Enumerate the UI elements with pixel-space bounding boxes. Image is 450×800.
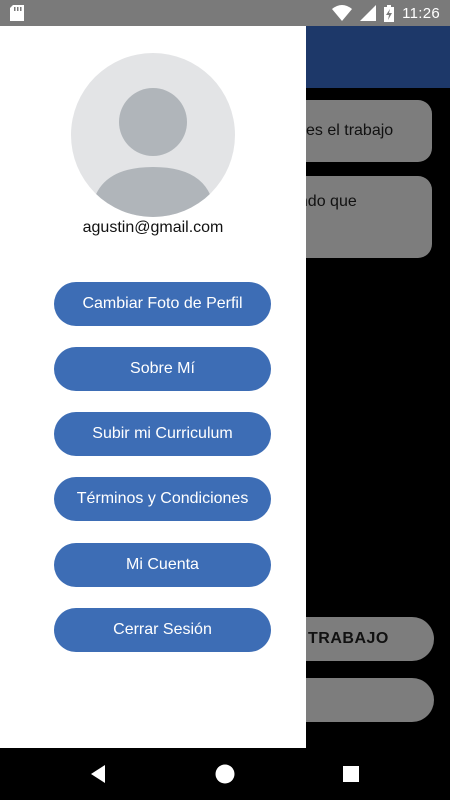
terms-and-conditions-button[interactable]: Términos y Condiciones bbox=[54, 477, 271, 521]
upload-resume-button[interactable]: Subir mi Curriculum bbox=[54, 412, 271, 456]
home-icon[interactable] bbox=[213, 762, 237, 786]
system-nav-bar bbox=[0, 748, 450, 800]
clock: 11:26 bbox=[402, 4, 440, 22]
status-bar: 11:26 bbox=[0, 0, 450, 26]
profile-placeholder-icon bbox=[71, 53, 235, 217]
my-account-button[interactable]: Mi Cuenta bbox=[54, 543, 271, 587]
logout-button[interactable]: Cerrar Sesión bbox=[54, 608, 271, 652]
about-me-button[interactable]: Sobre Mí bbox=[54, 347, 271, 391]
navigation-drawer: agustin@gmail.com Cambiar Foto de Perfil… bbox=[0, 26, 306, 748]
user-email: agustin@gmail.com bbox=[82, 219, 224, 236]
wifi-icon bbox=[332, 5, 353, 21]
background-card-text: es el trabajo bbox=[306, 122, 394, 139]
signal-icon bbox=[360, 5, 377, 21]
change-profile-photo-button[interactable]: Cambiar Foto de Perfil bbox=[54, 282, 271, 326]
battery-charging-icon bbox=[384, 4, 395, 22]
avatar[interactable] bbox=[71, 53, 235, 217]
recents-icon[interactable] bbox=[339, 762, 363, 786]
background-button-label: TRABAJO bbox=[308, 630, 389, 647]
back-icon[interactable] bbox=[86, 762, 110, 786]
sd-card-icon bbox=[10, 5, 24, 21]
